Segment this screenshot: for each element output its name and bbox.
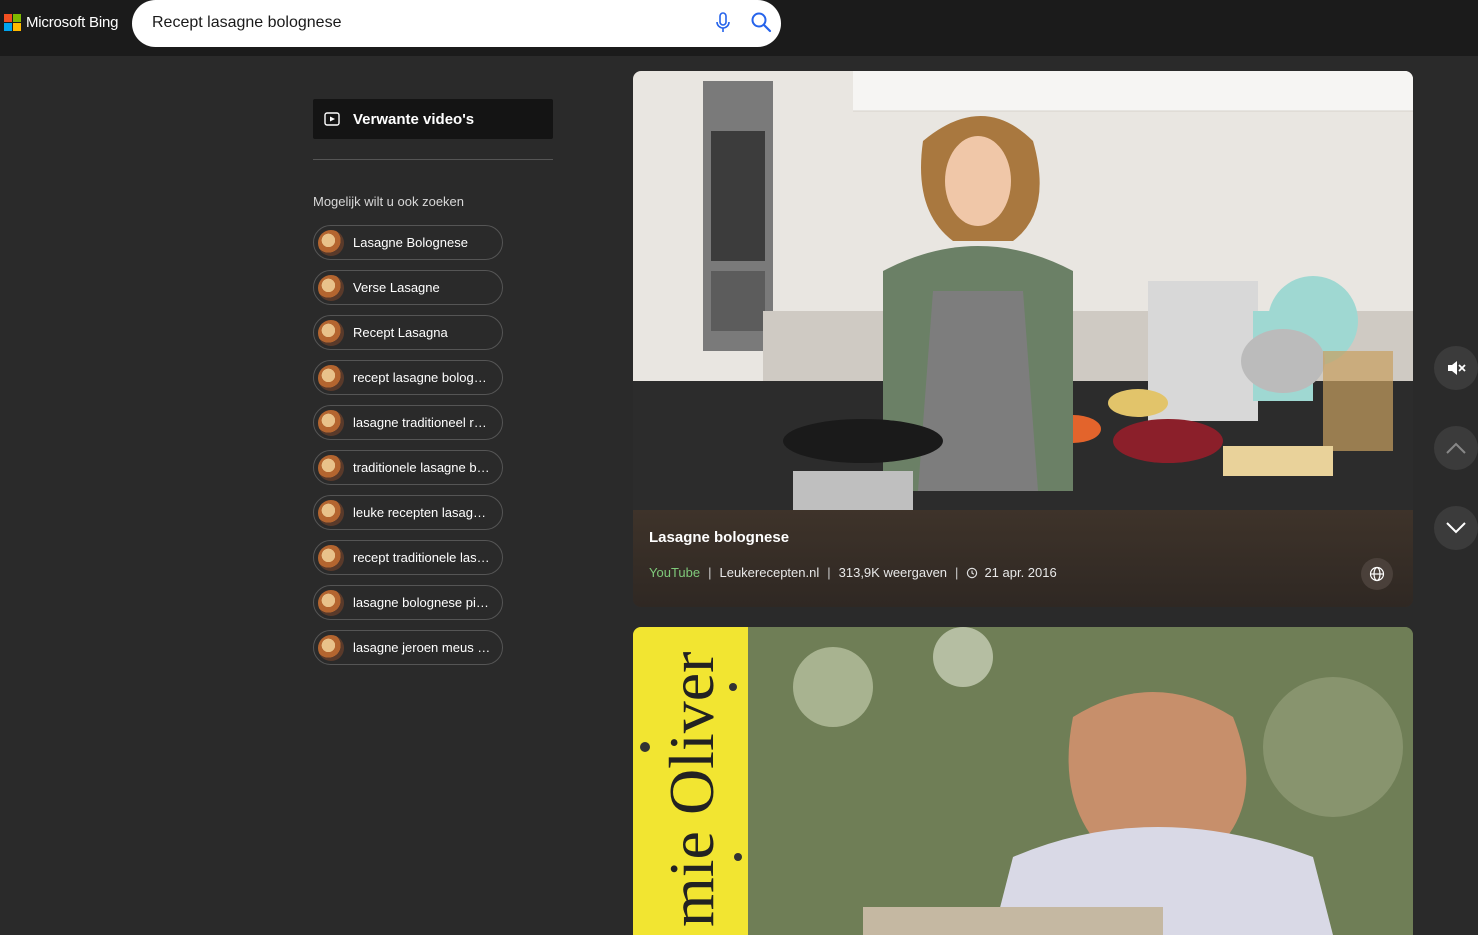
suggestion-chip[interactable]: lasagne jeroen meus … [313, 630, 503, 665]
related-videos-button[interactable]: Verwante video's [313, 99, 553, 139]
bing-logo[interactable]: Microsoft Bing [4, 14, 118, 31]
top-bar: Microsoft Bing [0, 0, 1478, 56]
video-views: 313,9K weergaven [838, 565, 948, 580]
video-thumbnail[interactable] [633, 71, 1413, 510]
suggestion-thumbnail [318, 274, 344, 301]
mic-icon[interactable] [714, 12, 732, 34]
suggestion-chip[interactable]: Verse Lasagne [313, 270, 503, 305]
video-info: Lasagne bolognese YouTube | Leukerecepte… [633, 510, 1413, 607]
suggestion-thumbnail [318, 589, 344, 616]
chevron-up-icon [1446, 442, 1466, 454]
suggestion-chip[interactable]: recept traditionele las… [313, 540, 503, 575]
video-card-2[interactable]: mie Oliver [633, 627, 1413, 935]
search-input[interactable] [152, 12, 692, 34]
suggestion-label: traditionele lasagne b… [353, 460, 490, 475]
separator: | [708, 565, 712, 580]
suggestion-thumbnail [318, 319, 344, 346]
video-card[interactable]: Lasagne bolognese YouTube | Leukerecepte… [633, 71, 1413, 607]
suggestion-thumbnail [318, 634, 344, 661]
video-title[interactable]: Lasagne bolognese [649, 529, 789, 546]
chevron-down-icon [1446, 522, 1466, 534]
microsoft-logo-icon [4, 14, 21, 31]
suggestion-thumbnail [318, 409, 344, 436]
search-box[interactable] [132, 0, 781, 47]
thumbnail-text: mie Oliver [656, 651, 727, 927]
next-button[interactable] [1434, 506, 1478, 550]
video-icon [324, 112, 340, 126]
suggestion-chip[interactable]: leuke recepten lasag… [313, 495, 503, 530]
mute-button[interactable] [1434, 346, 1478, 390]
video-channel: Leukerecepten.nl [719, 565, 820, 580]
suggestion-label: Recept Lasagna [353, 325, 448, 340]
globe-button[interactable] [1361, 558, 1393, 590]
suggestion-label: lasagne traditioneel r… [353, 415, 487, 430]
suggestion-chip[interactable]: traditionele lasagne b… [313, 450, 503, 485]
globe-icon [1369, 566, 1385, 582]
suggestion-label: lasagne jeroen meus … [353, 640, 491, 655]
video-source: YouTube [649, 565, 701, 580]
suggestion-thumbnail [318, 229, 344, 256]
clock-icon [967, 567, 978, 578]
suggestion-chip[interactable]: Recept Lasagna [313, 315, 503, 350]
video-meta: YouTube | Leukerecepten.nl | 313,9K weer… [649, 565, 1057, 580]
suggestion-list: Lasagne Bolognese Verse Lasagne Recept L… [313, 225, 503, 675]
suggestion-label: Verse Lasagne [353, 280, 440, 295]
separator: | [827, 565, 831, 580]
suggestion-chip[interactable]: Lasagne Bolognese [313, 225, 503, 260]
suggestion-thumbnail [318, 364, 344, 391]
suggestion-label: leuke recepten lasag… [353, 505, 486, 520]
related-videos-label: Verwante video's [353, 110, 475, 128]
suggestion-label: Lasagne Bolognese [353, 235, 468, 250]
suggestion-chip[interactable]: recept lasagne bolog… [313, 360, 503, 395]
suggestion-chip[interactable]: lasagne traditioneel r… [313, 405, 503, 440]
video-thumbnail-2[interactable] [633, 627, 1413, 935]
suggestion-thumbnail [318, 499, 344, 526]
separator: | [955, 565, 959, 580]
also-search-title: Mogelijk wilt u ook zoeken [313, 194, 465, 209]
suggestion-label: lasagne bolognese pi… [353, 595, 489, 610]
suggestion-thumbnail [318, 454, 344, 481]
mute-icon [1448, 361, 1466, 375]
divider [313, 159, 553, 160]
video-date: 21 apr. 2016 [984, 565, 1057, 580]
previous-button[interactable] [1434, 426, 1478, 470]
suggestion-chip[interactable]: lasagne bolognese pi… [313, 585, 503, 620]
suggestion-label: recept lasagne bolog… [353, 370, 487, 385]
suggestion-label: recept traditionele las… [353, 550, 490, 565]
logo-text: Microsoft Bing [26, 14, 119, 31]
search-icon[interactable] [750, 11, 772, 33]
suggestion-thumbnail [318, 544, 344, 571]
